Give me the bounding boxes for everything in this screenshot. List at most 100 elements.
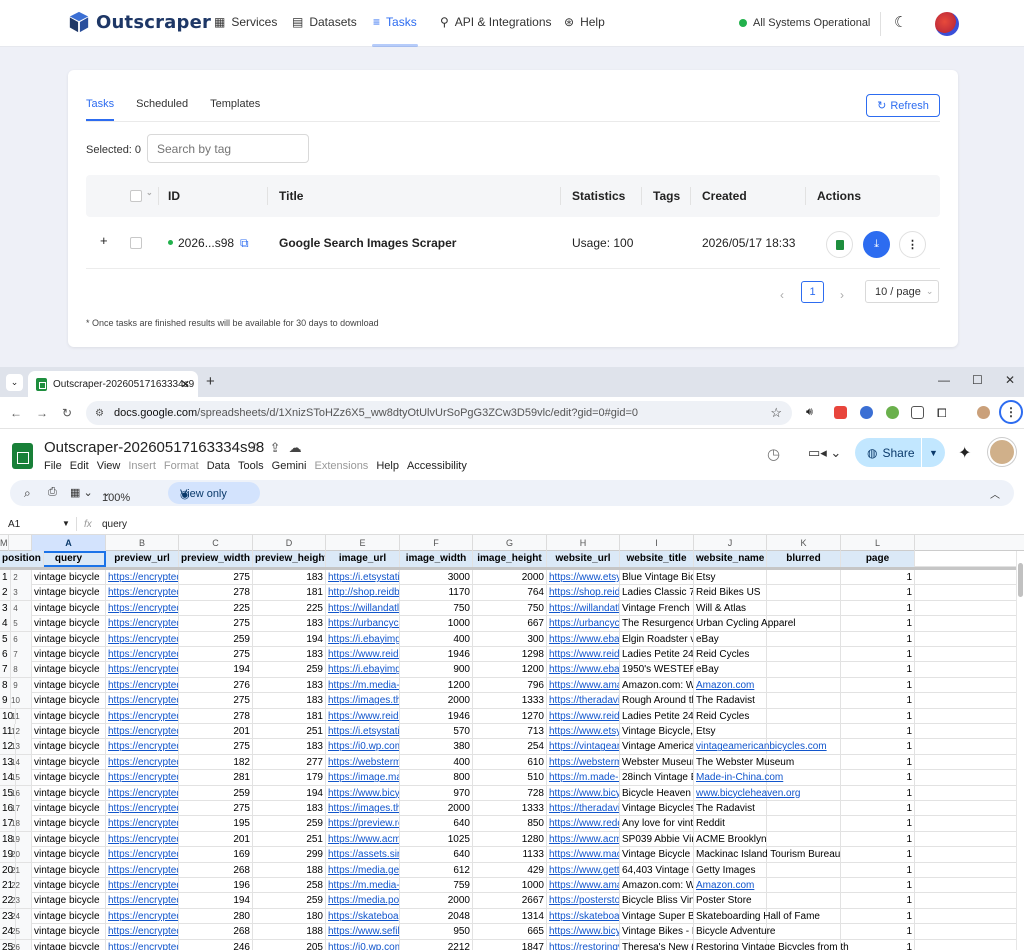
- zoom-select[interactable]: 100% ⌄: [102, 486, 130, 504]
- cell[interactable]: 183: [253, 677, 326, 693]
- cell[interactable]: 11: [0, 724, 16, 739]
- cell[interactable]: vintage bicycle: [32, 939, 106, 950]
- nav-api-integrations[interactable]: ⚲ API & Integrations: [440, 15, 552, 29]
- cell[interactable]: 246: [179, 939, 253, 950]
- user-avatar[interactable]: [935, 12, 959, 36]
- cell[interactable]: 195: [179, 816, 253, 832]
- nav-datasets[interactable]: ▤ Datasets: [292, 15, 357, 29]
- column-header-h[interactable]: H: [547, 535, 620, 551]
- header-cell-preview-url[interactable]: preview_url: [106, 551, 179, 567]
- close-window-button[interactable]: ✕: [1005, 373, 1015, 387]
- cell[interactable]: 764: [473, 585, 547, 601]
- next-page-button[interactable]: ›: [840, 288, 844, 302]
- view-only-button[interactable]: ◉ View only: [168, 482, 260, 504]
- cell[interactable]: vintage bicycle: [32, 770, 106, 786]
- cell[interactable]: 2000: [400, 693, 473, 709]
- tab-search-button[interactable]: ⌄: [6, 374, 23, 391]
- cell[interactable]: vintage bicycle: [32, 785, 106, 801]
- cell[interactable]: 276: [179, 677, 253, 693]
- cell[interactable]: 1: [841, 801, 915, 816]
- cell[interactable]: 179: [253, 770, 326, 786]
- scrollbar-thumb[interactable]: [1018, 563, 1023, 597]
- cell[interactable]: 258: [253, 878, 326, 893]
- nav-help[interactable]: ⊛ Help: [564, 15, 605, 29]
- cell[interactable]: https://assets.sir: [326, 847, 400, 863]
- cell[interactable]: 268: [179, 862, 253, 878]
- cell[interactable]: 1314: [473, 908, 547, 924]
- cell[interactable]: 1025: [400, 831, 473, 847]
- cell[interactable]: 1270: [473, 708, 547, 724]
- maximize-button[interactable]: ☐: [972, 373, 983, 387]
- cell[interactable]: Ladies Petite 24: [620, 647, 694, 662]
- cell[interactable]: 201: [179, 724, 253, 739]
- cell[interactable]: 380: [400, 739, 473, 755]
- gemini-icon[interactable]: ✦: [958, 443, 971, 463]
- cell[interactable]: https://encrypted: [106, 662, 179, 678]
- cell[interactable]: Bicycle Adventure: [694, 924, 776, 940]
- cell[interactable]: 400: [400, 754, 473, 770]
- cell[interactable]: https://encrypted: [106, 693, 179, 709]
- cell[interactable]: Ladies Classic 7: [620, 585, 694, 601]
- header-cell-image-width[interactable]: image_width: [400, 551, 473, 567]
- cell[interactable]: 610: [473, 754, 547, 770]
- new-tab-button[interactable]: +: [206, 373, 215, 390]
- cell[interactable]: 1: [841, 616, 915, 632]
- cell[interactable]: 259: [253, 893, 326, 909]
- cell[interactable]: 254: [473, 739, 547, 755]
- cell[interactable]: 640: [400, 847, 473, 863]
- cell[interactable]: Made-in-China.com: [694, 770, 783, 786]
- cell[interactable]: Reid Bikes US: [694, 585, 767, 601]
- cell[interactable]: https://postersto: [547, 893, 620, 909]
- column-header-d[interactable]: D: [253, 535, 326, 551]
- cell[interactable]: 183: [253, 693, 326, 709]
- cell[interactable]: vintage bicycle: [32, 662, 106, 678]
- cell[interactable]: https://websterm: [547, 754, 620, 770]
- bookmark-star-icon[interactable]: ☆: [770, 405, 782, 421]
- cell[interactable]: 17: [0, 816, 17, 832]
- cell[interactable]: vintage bicycle: [32, 801, 106, 816]
- cell[interactable]: https://preview.re: [326, 816, 400, 832]
- cell[interactable]: 225: [179, 600, 253, 616]
- cell[interactable]: https://encrypted: [106, 893, 179, 909]
- cell[interactable]: vintage bicycle: [32, 724, 106, 739]
- header-cell-position[interactable]: position: [0, 551, 44, 567]
- name-box[interactable]: A1: [8, 519, 20, 530]
- cell[interactable]: [767, 616, 841, 632]
- cell[interactable]: 1: [841, 647, 915, 662]
- cell[interactable]: 13: [0, 754, 17, 770]
- cell[interactable]: 1: [841, 862, 915, 878]
- cell[interactable]: 1: [841, 708, 915, 724]
- cell[interactable]: 188: [253, 862, 326, 878]
- cell[interactable]: Will & Atlas: [694, 600, 767, 616]
- puzzle-icon[interactable]: ⧠: [937, 406, 950, 420]
- cell[interactable]: https://encrypted: [106, 816, 179, 832]
- cell[interactable]: ACME Brooklyn: [694, 831, 767, 847]
- cell[interactable]: Amazon.com: W: [620, 677, 694, 693]
- cell[interactable]: 1: [0, 570, 11, 585]
- cell[interactable]: 181: [253, 585, 326, 601]
- expand-row-button[interactable]: +: [100, 233, 108, 248]
- cell[interactable]: 169: [179, 847, 253, 863]
- moon-icon[interactable]: ☾: [894, 13, 907, 31]
- cell[interactable]: 275: [179, 616, 253, 632]
- cell[interactable]: 268: [179, 924, 253, 940]
- cell[interactable]: https://image.ma: [326, 770, 400, 786]
- cell[interactable]: vintage bicycle: [32, 693, 106, 709]
- cell[interactable]: 5: [0, 631, 11, 647]
- cell[interactable]: https://i0.wp.com: [326, 939, 400, 950]
- tab-templates[interactable]: Templates: [210, 98, 260, 121]
- cell[interactable]: https://i.ebayimg: [326, 631, 400, 647]
- cell[interactable]: 183: [253, 801, 326, 816]
- cell[interactable]: 570: [400, 724, 473, 739]
- cell[interactable]: 22: [0, 893, 17, 909]
- cell[interactable]: 4: [0, 616, 11, 632]
- cell[interactable]: 665: [473, 924, 547, 940]
- cell[interactable]: 1298: [473, 647, 547, 662]
- cell[interactable]: 1: [841, 924, 915, 940]
- cell[interactable]: 1280: [473, 831, 547, 847]
- cell[interactable]: https://vintagean: [547, 739, 620, 755]
- cell[interactable]: vintage bicycle: [32, 708, 106, 724]
- cell[interactable]: 2000: [400, 893, 473, 909]
- cell[interactable]: 2000: [400, 801, 473, 816]
- cell[interactable]: 796: [473, 677, 547, 693]
